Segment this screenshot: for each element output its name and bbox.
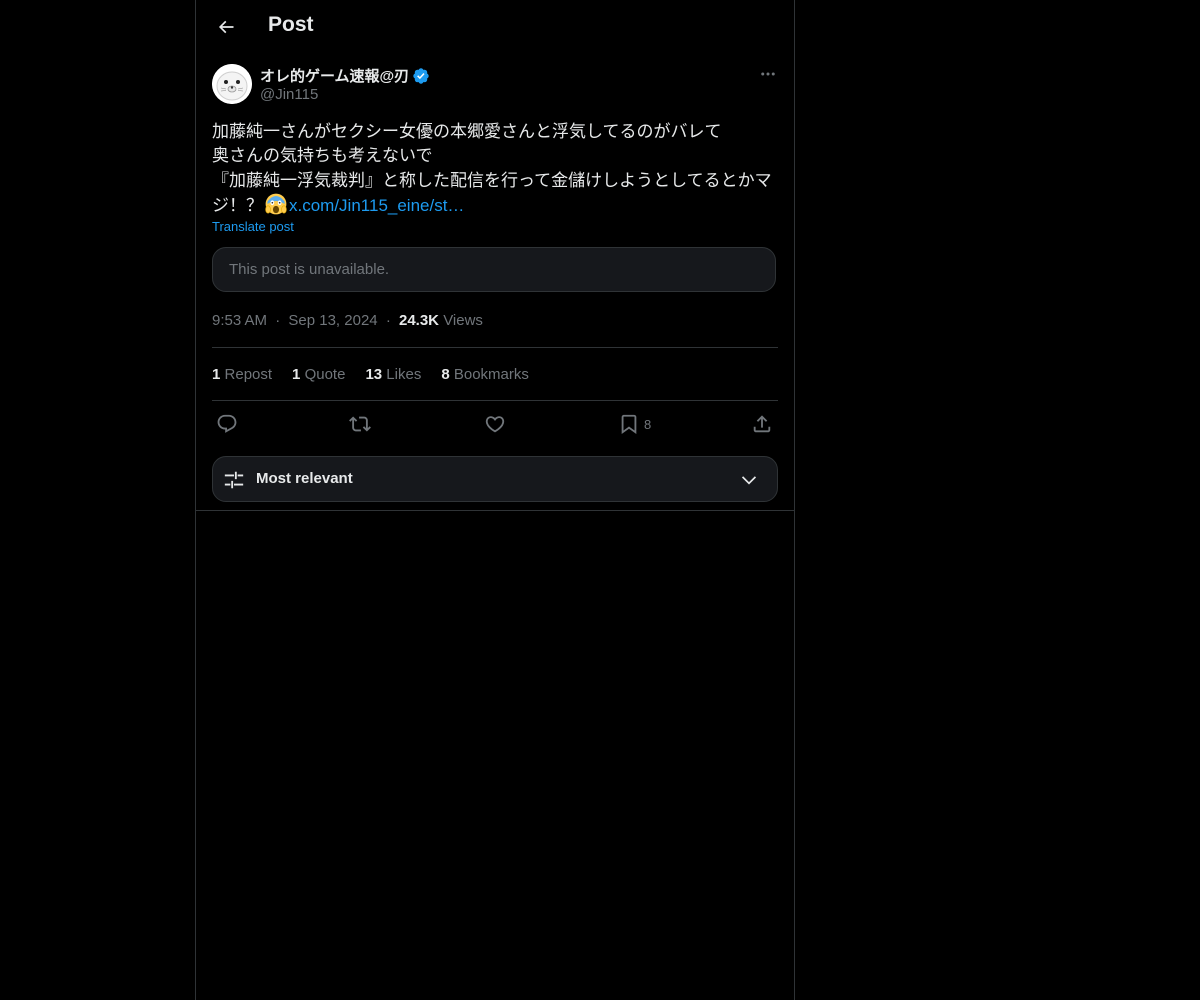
likes-stat[interactable]: 13 Likes <box>365 366 421 383</box>
tweet-text-last-line: ジ！？ x.com/Jin115_eine/st… <box>212 193 778 218</box>
post-time[interactable]: 9:53 AM <box>212 312 267 329</box>
author-handle[interactable]: @Jin115 <box>260 86 318 103</box>
sort-label: Most relevant <box>256 470 353 487</box>
repost-icon <box>349 416 371 432</box>
more-options-button[interactable] <box>758 64 778 84</box>
quote-label: Quote <box>304 366 346 383</box>
repost-stat[interactable]: 1 Repost <box>212 366 272 383</box>
likes-count: 13 <box>365 366 383 383</box>
tweet-text-line: 奥さんの気持ちも考えないで <box>212 146 433 166</box>
repost-count: 1 <box>212 366 221 383</box>
divider <box>212 347 778 348</box>
engagement-stats: 1 Repost 1 Quote 13 Likes 8 Bookmarks <box>212 366 529 383</box>
page-title: Post <box>268 13 314 36</box>
post-date[interactable]: Sep 13, 2024 <box>288 312 377 329</box>
bookmarks-count: 8 <box>441 366 450 383</box>
share-button[interactable] <box>751 412 773 436</box>
reply-button[interactable] <box>216 412 238 436</box>
divider <box>212 400 778 401</box>
translate-post-link[interactable]: Translate post <box>212 219 294 234</box>
section-divider <box>196 510 794 511</box>
reply-icon <box>217 414 237 433</box>
unavailable-text: This post is unavailable. <box>229 261 390 278</box>
verified-badge-icon <box>412 67 430 85</box>
bookmarks-stat[interactable]: 8 Bookmarks <box>441 366 529 383</box>
seal-avatar-icon <box>212 64 252 104</box>
sliders-icon <box>224 471 244 489</box>
arrow-left-icon <box>218 20 234 34</box>
like-button[interactable] <box>484 412 506 436</box>
author-name-row[interactable]: オレ的ゲーム速報@刃 <box>260 65 430 86</box>
back-button[interactable] <box>208 9 244 45</box>
author-name[interactable]: オレ的ゲーム速報@刃 <box>260 65 409 86</box>
repost-label: Repost <box>224 366 273 383</box>
bookmark-button[interactable]: 8 <box>618 412 651 436</box>
more-dots-icon <box>761 72 775 76</box>
tweet-text-line: ジ！？ <box>212 195 263 215</box>
face-screaming-in-fear-icon <box>265 193 287 215</box>
views-count: 24.3K <box>398 312 440 329</box>
meta-separator: · <box>385 312 391 329</box>
post-meta: 9:53 AM · Sep 13, 2024 · 24.3K Views <box>212 312 483 329</box>
likes-label: Likes <box>386 366 422 383</box>
quote-count: 1 <box>292 366 301 383</box>
unavailable-quote-card: This post is unavailable. <box>212 247 776 292</box>
repost-button[interactable] <box>349 412 371 436</box>
tweet-text: 加藤純一さんがセクシー女優の本郷愛さんと浮気してるのがバレて 奥さんの気持ちも考え… <box>212 120 778 218</box>
header: Post <box>196 0 794 53</box>
avatar[interactable] <box>212 64 252 104</box>
tweet-text-line: 加藤純一さんがセクシー女優の本郷愛さんと浮気してるのがバレて <box>212 122 722 141</box>
views-label: Views <box>443 312 483 329</box>
tweet-text-line: 『加藤純一浮気裁判』と称した配信を行って金儲けしようとしてるとかマ <box>212 170 772 190</box>
share-icon <box>753 415 771 433</box>
bookmark-count: 8 <box>644 416 652 432</box>
main-column: Post オレ的ゲーム速報@刃 @Jin115 加藤純一さんがセクシー女優の本郷… <box>195 0 795 1000</box>
sort-replies-dropdown[interactable]: Most relevant <box>212 456 778 502</box>
tweet-link[interactable]: x.com/Jin115_eine/st… <box>289 196 464 215</box>
chevron-down-icon <box>741 476 757 485</box>
quote-stat[interactable]: 1 Quote <box>292 366 345 383</box>
heart-icon <box>485 416 505 433</box>
meta-separator: · <box>275 312 281 329</box>
bookmark-icon <box>621 414 637 435</box>
action-bar: 8 <box>212 412 778 436</box>
bookmarks-label: Bookmarks <box>453 366 529 383</box>
